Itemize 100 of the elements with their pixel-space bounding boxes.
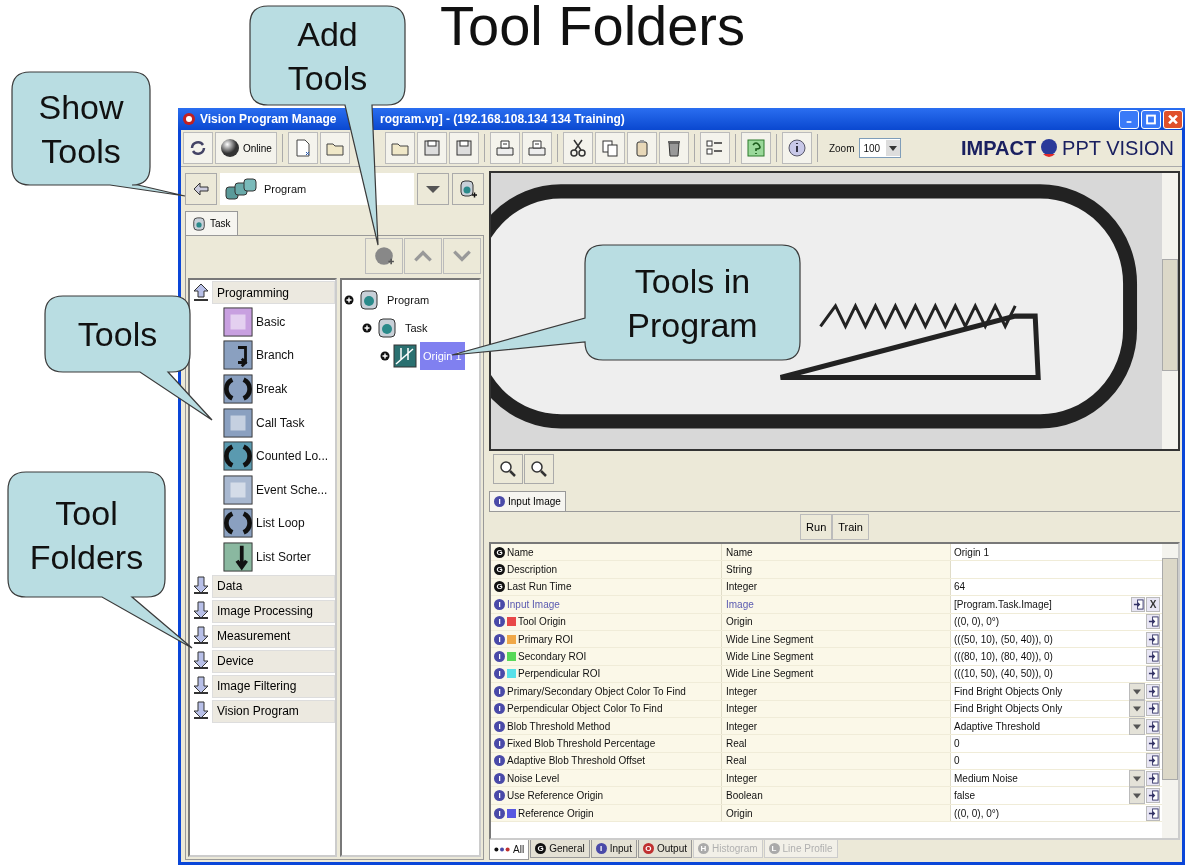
close-icon [1166, 112, 1180, 126]
arrow-into-box-icon [1147, 685, 1159, 697]
show-tools-button[interactable] [185, 173, 217, 205]
category-badge: I [595, 843, 607, 854]
tree-item[interactable]: Task [402, 314, 431, 342]
link-button[interactable] [1146, 753, 1160, 769]
maximize-button[interactable] [1141, 109, 1161, 129]
tool-folder[interactable]: Vision Program [212, 699, 335, 723]
filter-tab[interactable]: O Output [637, 840, 692, 858]
callout-text: Show Tools [37, 86, 125, 172]
toolbar-button[interactable] [699, 132, 730, 164]
database-plus-icon [458, 179, 478, 199]
tool-item[interactable]: Branch [256, 348, 295, 363]
tool-folder[interactable]: Data [212, 574, 335, 598]
program-dropdown[interactable]: Program [220, 173, 414, 205]
link-button[interactable] [1146, 614, 1160, 630]
value-field[interactable]: ((0, 0), 0°) [954, 614, 1145, 630]
value-dropdown[interactable]: Adaptive Threshold [954, 718, 1145, 735]
property-type: Real [726, 738, 747, 749]
zoom-reset-button[interactable] [524, 454, 554, 484]
link-button[interactable] [1131, 596, 1145, 612]
value-field[interactable]: 0 [954, 753, 1145, 769]
value-dropdown[interactable]: Find Bright Objects Only [954, 683, 1145, 700]
tool-item[interactable]: List Loop [256, 516, 305, 531]
category-badge: H [698, 843, 709, 854]
input-image-tab[interactable]: I Input Image [489, 491, 566, 511]
action-button[interactable]: Run [800, 514, 833, 540]
toolbar-button[interactable] [658, 132, 689, 164]
filter-tab[interactable]: I Input [590, 840, 637, 858]
down-arrow-icon [193, 701, 209, 720]
property-name: Noise Level [507, 772, 560, 784]
zoom-out-button[interactable] [493, 454, 523, 484]
link-button[interactable] [1146, 649, 1160, 665]
refresh-button[interactable] [183, 132, 213, 164]
value-dropdown[interactable]: false [954, 787, 1145, 804]
category-badge: I [494, 703, 505, 715]
add-task-button[interactable] [452, 173, 484, 205]
value-dropdown[interactable]: Medium Noise [954, 770, 1145, 787]
close-button[interactable] [1163, 109, 1183, 129]
link-button[interactable] [1146, 631, 1160, 647]
tool-tile-icon [223, 374, 253, 404]
value-field[interactable]: (((80, 10), (80, 40)), 0) [954, 649, 1145, 665]
tool-item[interactable]: Counted Lo... [256, 449, 329, 464]
link-button[interactable] [1146, 683, 1160, 699]
value-field[interactable]: (((10, 50), (40, 50)), 0) [954, 666, 1145, 682]
tool-folder[interactable]: Programming [212, 281, 335, 304]
tool-folder[interactable]: Device [212, 649, 335, 673]
tool-tile-icon [223, 340, 253, 371]
task-tab[interactable]: Task [185, 211, 238, 235]
category-badge: I [494, 668, 505, 680]
scrollbar[interactable] [1162, 173, 1178, 449]
tool-item[interactable]: Call Task [256, 415, 305, 430]
expand-node-icon[interactable] [344, 295, 354, 305]
filter-tab[interactable]: All [489, 840, 530, 860]
action-button[interactable]: Train [832, 514, 869, 540]
arrow-into-box-icon [1147, 633, 1159, 645]
expand-node-icon[interactable] [362, 323, 372, 333]
down-arrow-icon [193, 651, 209, 670]
value-dropdown[interactable]: Find Bright Objects Only [954, 700, 1145, 717]
link-button[interactable] [1146, 770, 1160, 786]
value-field[interactable]: 64 [954, 579, 1160, 595]
property-name: Perpendicular ROI [518, 668, 601, 680]
category-badge: I [494, 720, 505, 732]
clear-button[interactable]: X [1146, 596, 1160, 612]
online-button[interactable]: Online [215, 132, 277, 164]
property-type: Origin [726, 807, 753, 819]
filter-tab[interactable]: G General [530, 840, 590, 858]
link-button[interactable] [1146, 718, 1160, 734]
tool-item[interactable]: Event Sche... [256, 482, 328, 497]
toolbar-button[interactable] [781, 132, 812, 164]
scrollbar[interactable] [1162, 544, 1178, 838]
minimize-button[interactable] [1119, 109, 1139, 129]
tool-item[interactable]: Break [256, 382, 288, 396]
tool-folder[interactable]: Image Filtering [212, 674, 335, 698]
dropdown-button[interactable] [417, 173, 449, 205]
tool-tile-icon [223, 407, 253, 438]
expand-node-icon[interactable] [380, 351, 390, 361]
property-type: Wide Line Segment [726, 651, 814, 663]
value-field[interactable]: [Program.Task.Image] [954, 596, 1130, 612]
minimize-icon [1125, 120, 1133, 123]
add-tool-button[interactable] [365, 238, 403, 274]
link-button[interactable] [1146, 666, 1160, 682]
link-button[interactable] [1146, 701, 1160, 717]
value-field[interactable]: Origin 1 [954, 544, 1160, 560]
tool-item[interactable]: List Sorter [256, 549, 311, 564]
tool-folder[interactable]: Measurement [212, 624, 335, 648]
property-name: Use Reference Origin [507, 790, 604, 802]
link-button[interactable] [1146, 805, 1160, 821]
down-arrow-icon [193, 601, 209, 620]
zoom-dropdown[interactable]: 100 [859, 138, 902, 158]
tree-item[interactable]: Program [384, 286, 433, 314]
link-button[interactable] [1146, 736, 1160, 751]
toolbar-button[interactable] [562, 132, 593, 164]
tool-item[interactable]: Basic [256, 314, 286, 329]
value-field[interactable]: 0 [954, 736, 1145, 751]
link-button[interactable] [1146, 788, 1160, 804]
category-badge: I [494, 496, 505, 507]
value-field[interactable]: ((0, 0), 0°) [954, 805, 1145, 821]
value-field[interactable]: (((50, 10), (50, 40)), 0) [954, 631, 1145, 647]
tool-folder[interactable]: Image Processing [212, 599, 335, 623]
